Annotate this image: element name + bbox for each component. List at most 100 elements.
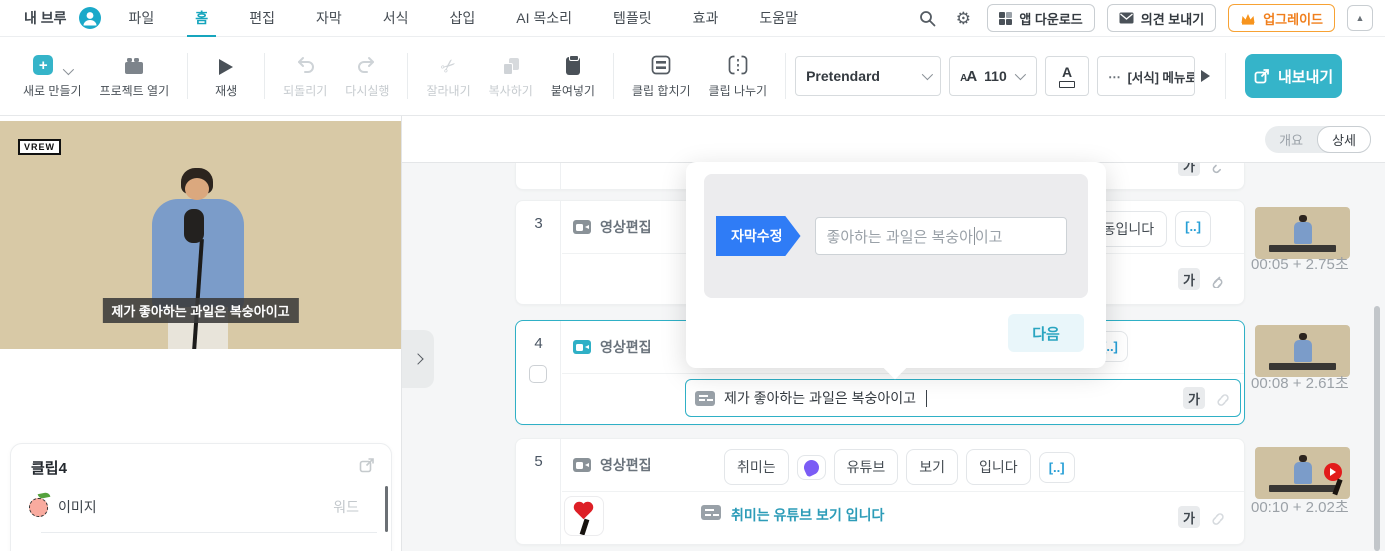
clip-image-item[interactable]: 이미지 워드 — [29, 490, 377, 524]
menu-help[interactable]: 도움말 — [757, 0, 800, 37]
menu-edit[interactable]: 편집 — [247, 0, 277, 37]
next-button[interactable]: 다음 — [1008, 314, 1084, 352]
toolbar-divider — [187, 53, 188, 99]
new-project-button[interactable]: + 새로 만들기 — [14, 53, 91, 99]
pause-chip[interactable]: [..] — [1175, 211, 1211, 247]
menu-format[interactable]: 서식 — [381, 0, 411, 37]
subtitle-icon — [695, 391, 715, 406]
export-button[interactable]: 내보내기 — [1245, 54, 1342, 98]
popup-subtitle-input[interactable]: 좋아하는 과일은 복숭아 이고 — [815, 217, 1067, 255]
divider — [562, 373, 1244, 374]
cut-button: ✂ 잘라내기 — [417, 53, 479, 99]
toolbar-divider — [407, 53, 408, 99]
clip-type: 영상편집 — [573, 455, 652, 475]
link-icon[interactable] — [1209, 163, 1226, 174]
word-chips: 취미는 유튜브 보기 입니다 [..] — [724, 449, 1075, 485]
clip-row-5[interactable]: 5 영상편집 취미는 유튜브 보기 입니다 [..] 취미는 유튜브 보기 입니… — [515, 438, 1245, 545]
clip-card-title: 클립4 — [31, 457, 67, 478]
split-clip-icon — [728, 55, 748, 75]
link-icon[interactable] — [1209, 271, 1226, 288]
clip-item-badge: 워드 — [333, 497, 359, 517]
thumbnail-time: 00:05 + 2.75초 — [1251, 253, 1361, 274]
font-color-button[interactable]: A — [1045, 56, 1089, 96]
play-icon — [219, 59, 233, 75]
tab-detail[interactable]: 상세 — [1317, 126, 1371, 153]
copy-icon — [503, 58, 519, 75]
style-button[interactable]: 가 — [1178, 506, 1200, 528]
subtitle-text[interactable]: 취미는 유튜브 보기 입니다 — [731, 505, 884, 525]
font-family-select[interactable]: Pretendard — [795, 56, 941, 96]
word-chip[interactable]: 취미는 — [724, 449, 789, 485]
word-chip[interactable]: 유튜브 — [834, 449, 899, 485]
chevron-down-icon — [922, 69, 933, 80]
menu-subtitle[interactable]: 자막 — [314, 0, 344, 37]
search-icon[interactable] — [915, 6, 939, 30]
merge-clips-icon — [651, 55, 671, 75]
format-menu-button[interactable]: ⋯ [서식] 메뉴로 — [1097, 56, 1195, 96]
font-color-icon: A — [1062, 65, 1072, 79]
upgrade-button[interactable]: 업그레이드 — [1228, 4, 1335, 32]
list-scrollbar[interactable] — [1374, 306, 1380, 551]
external-link-icon[interactable] — [359, 457, 375, 473]
menu-home[interactable]: 홈 — [193, 0, 210, 37]
row-checkbox[interactable] — [529, 365, 547, 383]
play-button[interactable]: 재생 — [197, 53, 255, 99]
toolbar-divider — [264, 53, 265, 99]
menu-insert[interactable]: 삽입 — [447, 0, 477, 37]
style-button[interactable]: 가 — [1183, 387, 1205, 409]
merge-clips-button[interactable]: 클립 합치기 — [623, 53, 700, 99]
send-feedback-button[interactable]: 의견 보내기 — [1107, 4, 1216, 32]
undo-icon — [294, 55, 316, 75]
paste-button[interactable]: 붙여넣기 — [542, 53, 604, 99]
card-scrollbar[interactable] — [385, 486, 388, 532]
word-chip[interactable]: 입니다 — [966, 449, 1031, 485]
vrew-watermark: VREW — [18, 139, 61, 155]
video-preview[interactable]: VREW 제가 좋아하는 과일은 복숭아이고 — [0, 121, 401, 349]
redo-button: 다시실행 — [336, 53, 398, 99]
font-size-select[interactable]: AA 110 — [949, 56, 1037, 96]
word-chip[interactable]: 보기 — [906, 449, 958, 485]
clip-thumbnail-3[interactable] — [1255, 207, 1350, 259]
split-clip-button[interactable]: 클립 나누기 — [700, 53, 777, 99]
menu-file[interactable]: 파일 — [127, 0, 157, 37]
menu-template[interactable]: 템플릿 — [611, 0, 654, 37]
style-button[interactable]: 가 — [1178, 163, 1200, 176]
panel-expander[interactable] — [402, 330, 434, 388]
video-subtitle-overlay: 제가 좋아하는 과일은 복숭아이고 — [102, 298, 298, 323]
subtitle-tools: 가 — [1178, 506, 1226, 528]
peach-image-icon — [29, 498, 48, 517]
chevron-down-icon[interactable] — [63, 64, 74, 75]
inserted-image-thumbnail[interactable] — [564, 496, 604, 536]
text-cursor — [926, 390, 927, 407]
user-avatar[interactable] — [79, 7, 101, 29]
video-clip-icon — [573, 458, 591, 472]
image-word-chip[interactable] — [797, 455, 826, 480]
collapse-toolbar-button[interactable]: ▲ — [1347, 5, 1373, 31]
clip-detail-card: 클립4 이미지 워드 — [10, 443, 392, 551]
pause-chip[interactable]: [..] — [1039, 452, 1075, 483]
subtitle-edit-input[interactable]: 제가 좋아하는 과일은 복숭아이고 가 — [685, 379, 1241, 417]
video-clip-icon — [573, 340, 591, 354]
settings-gear-icon[interactable]: ⚙ — [951, 6, 975, 30]
menu-ai-voice[interactable]: AI 목소리 — [514, 0, 574, 37]
clip-thumbnail-4[interactable] — [1255, 325, 1350, 377]
subtitle-edit-popup: 자막수정 좋아하는 과일은 복숭아 이고 다음 — [686, 162, 1106, 368]
subtitle-tools: 가 — [1178, 268, 1226, 290]
style-button[interactable]: 가 — [1178, 268, 1200, 290]
broken-link-icon[interactable] — [1214, 390, 1231, 407]
toolbar-more-arrow[interactable] — [1201, 70, 1210, 82]
view-mode-switch: 개요 상세 — [1265, 126, 1371, 153]
open-project-button[interactable]: 프로젝트 열기 — [91, 53, 179, 99]
subtitle-icon — [701, 505, 721, 520]
broken-link-icon[interactable] — [1209, 509, 1226, 526]
menu-effects[interactable]: 효과 — [691, 0, 721, 37]
crown-icon — [1240, 12, 1256, 25]
clip-item-label: 이미지 — [58, 497, 97, 517]
undo-button: 되돌리기 — [274, 53, 336, 99]
tab-overview[interactable]: 개요 — [1265, 130, 1317, 149]
app-download-button[interactable]: 앱 다운로드 — [987, 4, 1094, 32]
toolbar-divider — [613, 53, 614, 99]
clip-thumbnail-5[interactable] — [1255, 447, 1350, 499]
app-grid-icon — [999, 12, 1012, 25]
ellipsis-icon: ⋯ — [1108, 69, 1122, 84]
